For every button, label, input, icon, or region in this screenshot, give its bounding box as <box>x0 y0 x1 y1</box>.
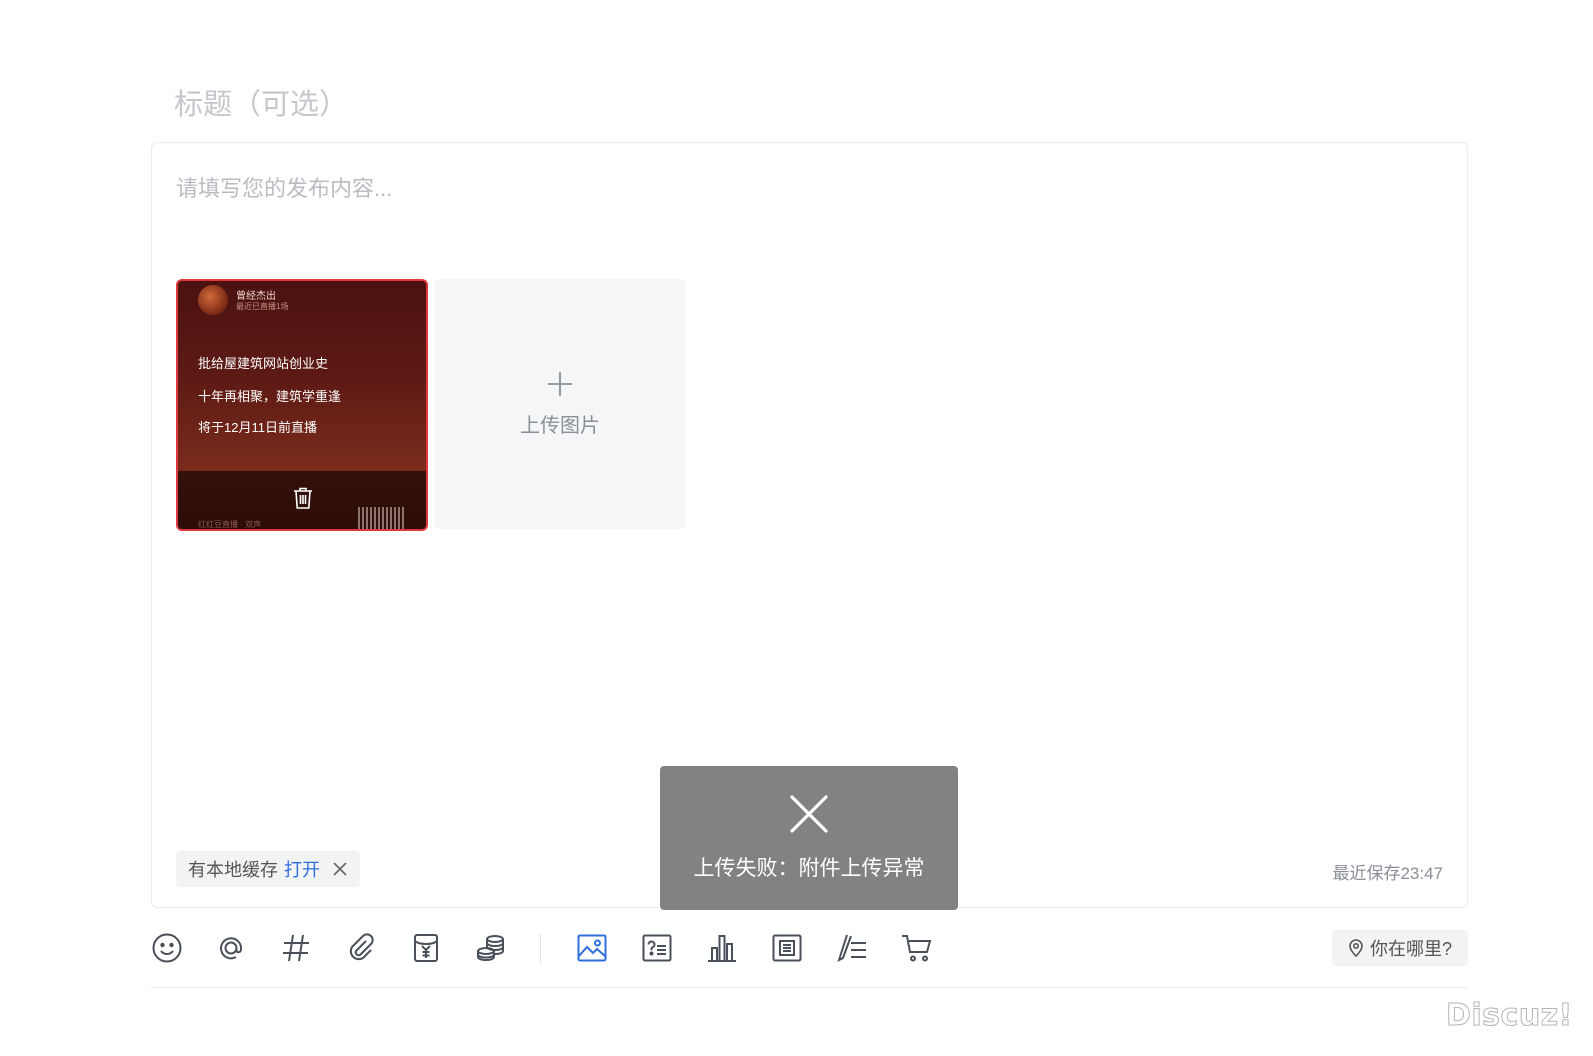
local-cache-notice: 有本地缓存 打开 <box>176 851 360 887</box>
qr-code-icon <box>358 507 406 529</box>
location-button[interactable]: 你在哪里? <box>1332 930 1468 966</box>
thumbnail-overlay: 红红豆直播 · 双声 <box>178 471 426 529</box>
poll-icon[interactable] <box>705 930 739 966</box>
location-pin-icon <box>1349 939 1363 957</box>
image-thumbnail[interactable]: 曾经杰出 最近已直播1场 批给屋建筑网站创业史 十年再相聚，建筑学重逢 将于12… <box>176 279 428 531</box>
toolbar-bottom-divider <box>150 987 1468 988</box>
title-input[interactable] <box>152 82 1468 128</box>
mention-icon[interactable] <box>214 930 248 966</box>
thumbnail-line-3: 将于12月11日前直播 <box>198 420 317 435</box>
hashtag-icon[interactable] <box>279 930 313 966</box>
thumbnail-footer: 红红豆直播 · 双声 <box>198 520 262 529</box>
red-packet-icon[interactable] <box>409 930 443 966</box>
editor-toolbar <box>150 930 970 966</box>
open-cache-link[interactable]: 打开 <box>284 856 320 882</box>
trash-icon[interactable] <box>290 485 316 511</box>
image-icon[interactable] <box>575 930 609 966</box>
upload-image-label: 上传图片 <box>520 415 600 437</box>
discuz-watermark: Discuz! <box>1446 998 1573 1034</box>
long-text-icon[interactable] <box>835 930 869 966</box>
thumbnail-line-2: 十年再相聚，建筑学重逢 <box>198 389 342 404</box>
cart-icon[interactable] <box>900 930 934 966</box>
upload-image-button[interactable]: 上传图片 <box>435 279 685 529</box>
location-label: 你在哪里? <box>1369 939 1452 959</box>
close-icon <box>790 795 828 833</box>
reward-icon[interactable] <box>474 930 508 966</box>
toast-message: 上传失败：附件上传异常 <box>693 857 925 880</box>
thumbnail-subtitle: 最近已直播1场 <box>236 302 289 311</box>
article-icon[interactable] <box>770 930 804 966</box>
upload-error-toast: 上传失败：附件上传异常 <box>660 766 958 910</box>
attachment-icon[interactable] <box>344 930 378 966</box>
post-editor-page: 曾经杰出 最近已直播1场 批给屋建筑网站创业史 十年再相聚，建筑学重逢 将于12… <box>0 0 1593 1056</box>
thumbnail-author: 曾经杰出 <box>236 291 276 302</box>
toolbar-divider <box>540 934 541 964</box>
emoji-icon[interactable] <box>150 930 184 966</box>
last-saved-time: 最近保存23:47 <box>1332 864 1443 883</box>
content-input[interactable] <box>176 171 1436 211</box>
local-cache-text: 有本地缓存 <box>188 860 278 880</box>
thumbnail-line-1: 批给屋建筑网站创业史 <box>198 356 329 371</box>
thumbnail-avatar <box>198 285 228 315</box>
question-icon[interactable] <box>640 930 674 966</box>
close-icon[interactable] <box>332 861 348 877</box>
plus-icon <box>548 372 572 396</box>
